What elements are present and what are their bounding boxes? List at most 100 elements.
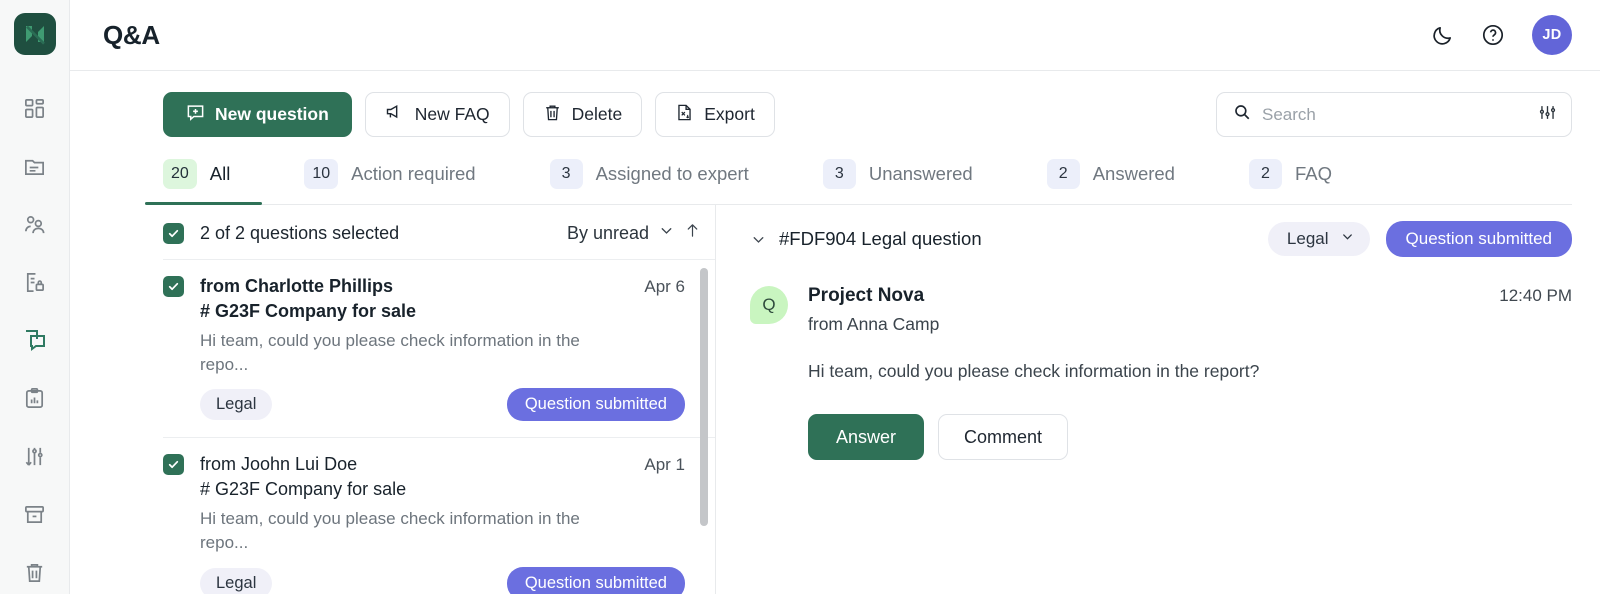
status-badge: Question submitted — [506, 566, 685, 594]
moon-icon[interactable] — [1431, 24, 1454, 47]
search-icon — [1233, 103, 1251, 126]
list-item-subject: # G23F Company for sale — [200, 301, 417, 321]
archive-box-icon — [23, 503, 46, 526]
tab-label: FAQ — [1294, 163, 1332, 184]
sort-control[interactable]: By unread — [567, 221, 701, 245]
chevron-down-icon[interactable] — [750, 231, 767, 248]
tab-answered[interactable]: 2 Answered — [1046, 159, 1175, 204]
project-name: Project Nova — [808, 285, 925, 306]
check-icon — [168, 282, 179, 291]
list-item[interactable]: from Charlotte Phillips Apr 6 # G23F Com… — [163, 260, 715, 439]
logo-n-icon — [25, 25, 45, 45]
tab-label: Unanswered — [868, 163, 973, 184]
scrollbar-thumb[interactable] — [700, 268, 708, 526]
action-toolbar: New question New FAQ Delete Export Searc… — [70, 71, 1600, 137]
tab-badge: 20 — [163, 159, 197, 189]
list-item-from: from Charlotte Phillips — [200, 276, 394, 296]
avatar[interactable]: JD — [1532, 15, 1572, 55]
list-item-body: from Charlotte Phillips Apr 6 # G23F Com… — [200, 276, 685, 422]
message-actions: Answer Comment — [808, 414, 1572, 460]
chevron-down-icon[interactable] — [658, 222, 675, 244]
folder-document-icon — [23, 155, 46, 178]
list-item-tag[interactable]: Legal — [200, 389, 273, 421]
tab-badge: 3 — [822, 159, 856, 189]
list-item-preview: Hi team, could you please check informat… — [200, 331, 580, 375]
tab-action-required[interactable]: 10 Action required — [304, 159, 476, 204]
search-box[interactable] — [1216, 92, 1572, 137]
answer-button[interactable]: Answer — [808, 414, 925, 460]
chat-bubbles-icon — [23, 328, 47, 352]
tab-label: Answered — [1092, 163, 1175, 184]
list-item-subject: # G23F Company for sale — [200, 479, 407, 500]
new-message-icon — [186, 103, 205, 127]
tab-badge: 10 — [304, 159, 339, 189]
row-checkbox[interactable] — [163, 454, 184, 476]
sidebar-item-secure-documents[interactable] — [15, 267, 55, 297]
list-item-preview: Hi team, could you please check informat… — [200, 509, 580, 553]
filter-tabs: 20 All 10 Action required 3 Assigned to … — [144, 159, 1572, 205]
category-dropdown[interactable]: Legal — [1267, 222, 1370, 256]
question-list[interactable]: from Charlotte Phillips Apr 6 # G23F Com… — [163, 259, 715, 594]
main-area: Q&A JD New question New FAQ Delete Expor… — [70, 0, 1600, 594]
select-all-checkbox[interactable] — [163, 222, 184, 244]
sidebar-nav — [0, 93, 69, 587]
sidebar-item-archive[interactable] — [15, 499, 55, 529]
row-checkbox[interactable] — [163, 276, 184, 297]
export-button[interactable]: Export — [655, 92, 775, 137]
message-author: from Anna Camp — [808, 314, 940, 334]
list-item-date: Apr 1 — [644, 455, 685, 475]
search-input[interactable] — [1262, 104, 1527, 125]
sidebar-item-dashboard[interactable] — [15, 93, 55, 123]
clipboard-chart-icon — [23, 387, 46, 410]
tab-unanswered[interactable]: 3 Unanswered — [822, 159, 973, 204]
check-icon — [168, 461, 179, 469]
question-avatar: Q — [750, 286, 788, 324]
new-faq-label: New FAQ — [414, 104, 490, 124]
delete-label: Delete — [571, 104, 623, 124]
sidebar-item-qa[interactable] — [15, 325, 55, 355]
category-label: Legal — [1286, 229, 1329, 248]
tab-badge: 2 — [1046, 159, 1080, 189]
list-item-tag[interactable]: Legal — [200, 567, 273, 594]
sidebar-item-reports[interactable] — [15, 383, 55, 413]
comment-button[interactable]: Comment — [938, 414, 1069, 460]
app-logo[interactable] — [13, 13, 56, 55]
grid-dashboard-icon — [23, 97, 46, 120]
new-faq-button[interactable]: New FAQ — [364, 92, 510, 137]
delete-button[interactable]: Delete — [522, 92, 643, 137]
tab-all[interactable]: 20 All — [144, 159, 263, 205]
people-icon — [23, 213, 46, 236]
tab-label: Action required — [351, 163, 476, 184]
sidebar-item-people[interactable] — [15, 209, 55, 239]
new-question-button[interactable]: New question — [163, 92, 352, 137]
trash-icon — [23, 561, 46, 584]
question-circle-icon[interactable] — [1481, 23, 1505, 47]
megaphone-icon — [385, 102, 405, 127]
list-header: 2 of 2 questions selected By unread — [163, 205, 715, 259]
sidebar-item-trash[interactable] — [15, 557, 55, 587]
new-question-label: New question — [215, 104, 329, 124]
tab-label: All — [209, 163, 231, 184]
trash-icon — [543, 103, 562, 127]
filter-sliders-icon[interactable] — [1538, 103, 1557, 127]
tab-assigned-to-expert[interactable]: 3 Assigned to expert — [549, 159, 749, 204]
chevron-down-icon — [1340, 229, 1355, 249]
sidebar-item-documents[interactable] — [15, 151, 55, 181]
message-block: Q Project Nova 12:40 PM from Anna Camp H… — [750, 285, 1572, 460]
document-lock-icon — [23, 271, 46, 294]
message-body: Project Nova 12:40 PM from Anna Camp Hi … — [788, 285, 1572, 460]
sidebar — [0, 0, 70, 594]
top-bar-actions: JD — [1431, 15, 1572, 55]
check-icon — [168, 229, 179, 237]
question-detail-panel: #FDF904 Legal question Legal Question su… — [716, 205, 1600, 594]
search-area — [1216, 92, 1572, 137]
list-item[interactable]: from Joohn Lui Doe Apr 1 # G23F Company … — [163, 438, 715, 594]
list-item-body: from Joohn Lui Doe Apr 1 # G23F Company … — [200, 454, 685, 594]
export-label: Export — [704, 104, 755, 124]
arrow-up-icon[interactable] — [684, 221, 701, 245]
tab-faq[interactable]: 2 FAQ — [1248, 159, 1332, 204]
tab-label: Assigned to expert — [595, 163, 749, 184]
sidebar-item-settings-sliders[interactable] — [15, 441, 55, 471]
list-scrollbar[interactable] — [700, 268, 708, 594]
list-item-date: Apr 6 — [644, 277, 685, 296]
